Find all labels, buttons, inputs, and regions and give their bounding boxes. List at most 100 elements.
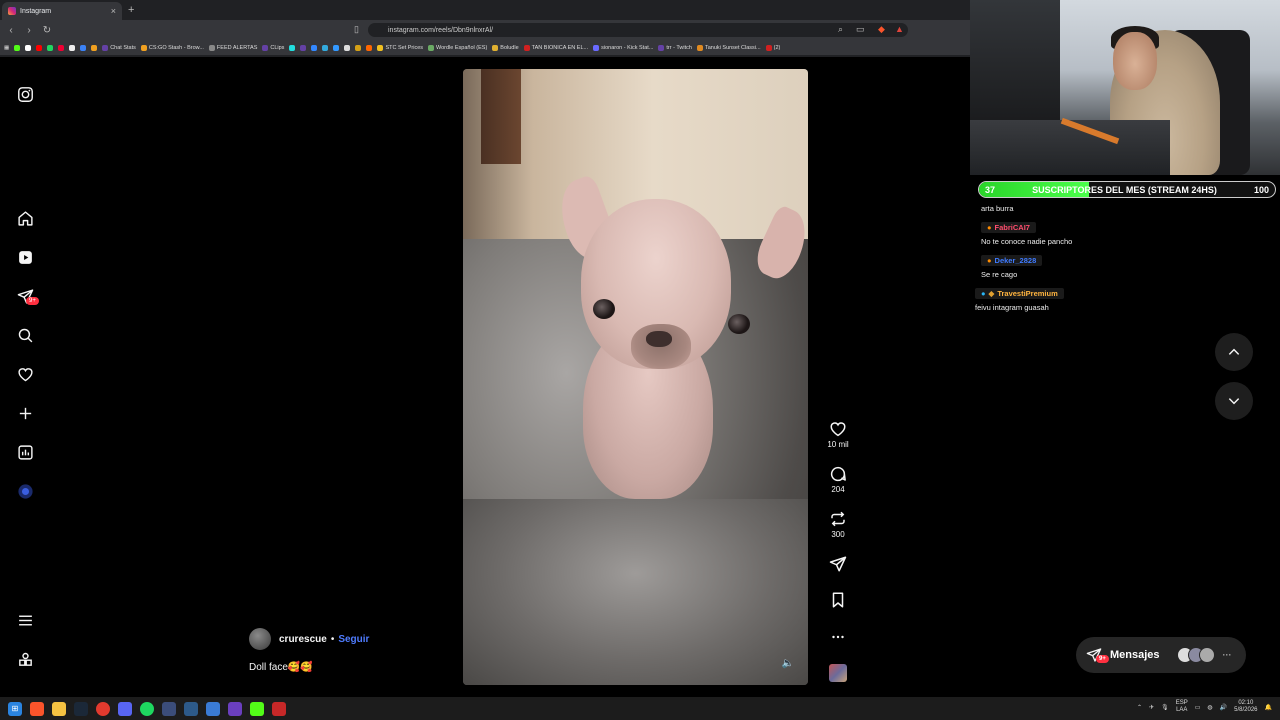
author-avatar[interactable] <box>249 628 271 650</box>
network-icon[interactable]: ◍ <box>1207 704 1212 711</box>
menu-icon[interactable] <box>14 609 36 631</box>
bookmark-item[interactable] <box>333 44 340 51</box>
bookmark-item[interactable] <box>69 44 76 51</box>
app-icon[interactable] <box>162 701 176 716</box>
bookmark-item[interactable] <box>36 44 43 51</box>
apps-icon[interactable]: ▦ <box>4 45 9 51</box>
bookmark-csgo-stash[interactable]: CS:GO Stash - Brow... <box>140 44 204 51</box>
sub-goal-label: SUSCRIPTORES DEL MES (STREAM 24HS) <box>1032 184 1217 195</box>
spotify-icon[interactable] <box>140 701 154 716</box>
windows-start-icon[interactable]: ⊞ <box>8 701 22 716</box>
save-button[interactable] <box>822 591 854 609</box>
messages-button[interactable]: 9+ Mensajes ··· <box>1076 637 1246 673</box>
obs-app-icon[interactable] <box>272 701 286 716</box>
search-icon[interactable] <box>14 324 36 346</box>
like-button[interactable]: 10 mil <box>822 420 854 449</box>
bookmark-icon <box>47 44 54 51</box>
tab-close-icon[interactable]: × <box>111 6 116 16</box>
bookmark-stc-set-prices[interactable]: STC Set Prices <box>377 44 423 51</box>
bookmark-feed-alertas[interactable]: FEED ALERTAS <box>208 44 257 51</box>
forward-icon[interactable]: › <box>22 25 36 36</box>
bookmark-kick-stats[interactable]: sionaron - Kick Stat... <box>593 44 653 51</box>
bookmark-tan-bionica[interactable]: TAN BIONICA EN EL... <box>523 44 588 51</box>
bookmark-item[interactable] <box>366 44 373 51</box>
bookmark-chat-stats[interactable]: Chat Stats <box>102 44 136 51</box>
steam-icon[interactable] <box>74 701 88 716</box>
tray-app-icon[interactable]: ✈ <box>1149 704 1154 711</box>
reels-icon[interactable] <box>14 246 36 268</box>
reel-video[interactable]: 🔈 <box>463 69 808 685</box>
bookmark-item[interactable] <box>47 44 54 51</box>
bookmark-clips[interactable]: CLips <box>262 44 284 51</box>
share-button[interactable] <box>822 555 854 573</box>
new-tab-button[interactable]: + <box>128 4 134 16</box>
tray-chevron-up-icon[interactable]: ⌃ <box>1137 704 1142 711</box>
bookmark-icon <box>311 44 318 51</box>
speaker-icon[interactable]: 🔊 <box>1220 704 1227 711</box>
language-indicator[interactable]: ESP LAA <box>1176 700 1188 714</box>
more-options-button[interactable] <box>822 628 854 646</box>
bookmark-item[interactable] <box>300 44 307 51</box>
chrome-icon[interactable] <box>96 701 110 716</box>
puppy-eye-right <box>728 314 750 334</box>
bookmark-boludle[interactable]: Boludle <box>492 44 519 51</box>
author-username[interactable]: crurescue <box>279 634 327 645</box>
app-icon[interactable] <box>206 701 220 716</box>
cast-icon[interactable]: ▭ <box>856 24 865 35</box>
reload-icon[interactable]: ↻ <box>40 25 54 36</box>
brave-rewards-icon[interactable]: ▲ <box>895 24 904 34</box>
bookmark-twitch[interactable]: trr - Twitch <box>658 44 692 51</box>
sub-goal-bar: 37 SUSCRIPTORES DEL MES (STREAM 24HS) 10… <box>978 181 1276 198</box>
volume-icon[interactable]: 🔈 <box>782 658 794 669</box>
repost-button[interactable]: 300 <box>822 510 854 539</box>
bookmark-wordle[interactable]: Wordle Español (ES) <box>428 44 487 51</box>
discord-icon[interactable] <box>118 701 132 716</box>
bookmark-item[interactable] <box>80 44 87 51</box>
tab-instagram[interactable]: Instagram × <box>2 2 122 20</box>
file-explorer-icon[interactable] <box>52 701 66 716</box>
previous-reel-button[interactable] <box>1215 333 1253 371</box>
brave-shield-icon[interactable]: ◆ <box>878 24 885 35</box>
bookmark-item[interactable] <box>91 44 98 51</box>
audio-thumbnail[interactable] <box>829 664 847 682</box>
clock[interactable]: 02:10 5/8/2026 <box>1234 700 1257 714</box>
heart-icon[interactable] <box>14 363 36 385</box>
bookmark-item[interactable] <box>311 44 318 51</box>
monitor-icon[interactable]: ▭ <box>1195 704 1201 711</box>
bookmark-item[interactable] <box>289 44 296 51</box>
zoom-icon[interactable]: ⌕ <box>838 24 843 35</box>
tray-mic-icon[interactable]: 🎙 <box>1161 704 1169 711</box>
dashboard-icon[interactable] <box>14 441 36 463</box>
system-tray: ⌃ ✈ 🎙 ESP LAA ▭ ◍ 🔊 02:10 5/8/2026 🔔 <box>1137 700 1272 714</box>
notifications-bell-icon[interactable]: 🔔 <box>1265 704 1272 711</box>
home-icon[interactable] <box>14 207 36 229</box>
kick-icon[interactable] <box>250 701 264 716</box>
address-url: instagram.com/reels/Dbn9nlnxrAl/ <box>388 26 494 34</box>
bookmark-icon[interactable]: ▯ <box>354 24 359 35</box>
brave-browser-icon[interactable] <box>30 701 44 716</box>
bookmark-tanuki[interactable]: Tanuki Sunset Classi... <box>696 44 761 51</box>
avatar <box>1198 647 1215 663</box>
create-icon[interactable] <box>14 402 36 424</box>
network-app-icon[interactable] <box>184 701 198 716</box>
bookmark-item[interactable] <box>25 44 32 51</box>
profile-avatar[interactable] <box>14 480 36 502</box>
bookmark-item[interactable] <box>14 44 21 51</box>
bookmark-item[interactable] <box>355 44 362 51</box>
back-icon[interactable]: ‹ <box>4 25 18 36</box>
instagram-logo-icon[interactable] <box>14 83 36 105</box>
bookmark-youtube-2[interactable]: (2) <box>765 44 780 51</box>
bookmark-icon <box>91 44 98 51</box>
bookmark-item[interactable] <box>344 44 351 51</box>
bookmark-icon <box>428 44 435 51</box>
follow-button[interactable]: Seguir <box>338 634 369 645</box>
more-apps-icon[interactable] <box>14 648 36 670</box>
comment-button[interactable]: 204 <box>822 465 854 494</box>
bookmark-item[interactable] <box>322 44 329 51</box>
app-icon[interactable] <box>228 701 242 716</box>
chat-username-text: Deker_2828 <box>994 256 1037 265</box>
next-reel-button[interactable] <box>1215 382 1253 420</box>
address-bar[interactable]: instagram.com/reels/Dbn9nlnxrAl/ <box>368 23 908 37</box>
comment-count: 204 <box>831 485 845 494</box>
bookmark-item[interactable] <box>58 44 65 51</box>
